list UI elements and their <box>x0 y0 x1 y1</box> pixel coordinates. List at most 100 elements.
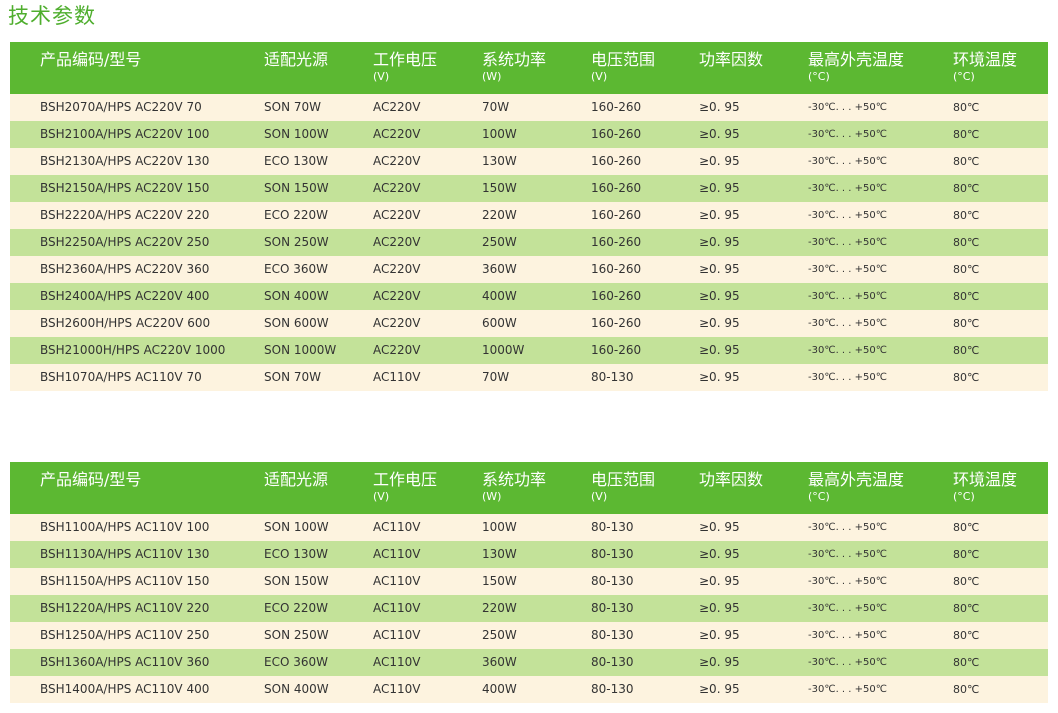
max-case-temp-cell: -30℃. . . +50℃ <box>808 237 887 248</box>
model-cell: BSH1150A/HPS AC110V 150 <box>40 574 210 588</box>
table-row: BSH1070A/HPS AC110V 70 SON 70W AC110V 70W 80… <box>10 364 1048 391</box>
column-header-unit: (W) <box>482 70 502 83</box>
light-source-cell: SON 100W <box>264 127 329 141</box>
column-header-label: 功率因数 <box>699 470 764 489</box>
power-cell: 70W <box>482 370 510 384</box>
ambient-temp-cell: 80℃ <box>953 155 980 168</box>
light-source-cell: SON 600W <box>264 316 329 330</box>
column-header-unit: (°C) <box>953 490 975 503</box>
table-row: BSH2100A/HPS AC220V 100 SON 100W AC220V 100… <box>10 121 1048 148</box>
ambient-temp-cell: 80℃ <box>953 290 980 303</box>
light-source-cell: SON 400W <box>264 682 329 696</box>
model-cell: BSH1100A/HPS AC110V 100 <box>40 520 210 534</box>
power-factor-cell: ≥0. 95 <box>699 682 740 696</box>
light-source-cell: ECO 360W <box>264 262 328 276</box>
voltage-cell: AC220V <box>373 316 421 330</box>
voltage-cell: AC220V <box>373 235 421 249</box>
voltage-range-cell: 80-130 <box>591 682 634 696</box>
column-header-max-case-temp: 最高外壳温度 (°C) <box>808 462 953 514</box>
power-factor-cell: ≥0. 95 <box>699 370 740 384</box>
power-factor-cell: ≥0. 95 <box>699 343 740 357</box>
max-case-temp-cell: -30℃. . . +50℃ <box>808 630 887 641</box>
light-source-cell: SON 100W <box>264 520 329 534</box>
column-header-model: 产品编码/型号 <box>10 462 264 514</box>
column-header-label: 工作电压 <box>373 50 438 69</box>
voltage-cell: AC110V <box>373 520 421 534</box>
voltage-range-cell: 160-260 <box>591 154 642 168</box>
voltage-range-cell: 80-130 <box>591 574 634 588</box>
column-header-voltage: 工作电压 (V) <box>373 462 482 514</box>
ambient-temp-cell: 80℃ <box>953 371 980 384</box>
table-header: 产品编码/型号 适配光源 工作电压 (V) 系统功率 (W) 电压范围 (V) 功率因数 最高外壳… <box>10 462 1048 514</box>
power-factor-cell: ≥0. 95 <box>699 154 740 168</box>
model-cell: BSH2100A/HPS AC220V 100 <box>40 127 210 141</box>
power-cell: 130W <box>482 547 517 561</box>
power-factor-cell: ≥0. 95 <box>699 127 740 141</box>
light-source-cell: SON 250W <box>264 628 329 642</box>
spec-table-ac220v: 产品编码/型号 适配光源 工作电压 (V) 系统功率 (W) 电压范围 (V) 功率因数 最高外壳… <box>10 42 1048 391</box>
column-header-unit: (V) <box>373 70 390 83</box>
ambient-temp-cell: 80℃ <box>953 656 980 669</box>
light-source-cell: SON 150W <box>264 181 329 195</box>
column-header-label: 系统功率 <box>482 470 547 489</box>
power-factor-cell: ≥0. 95 <box>699 601 740 615</box>
table-row: BSH2150A/HPS AC220V 150 SON 150W AC220V 150… <box>10 175 1048 202</box>
column-header-unit: (°C) <box>808 490 830 503</box>
column-header-voltage-range: 电压范围 (V) <box>591 462 699 514</box>
voltage-cell: AC110V <box>373 655 421 669</box>
model-cell: BSH2150A/HPS AC220V 150 <box>40 181 210 195</box>
voltage-cell: AC220V <box>373 127 421 141</box>
table-row: BSH2130A/HPS AC220V 130 ECO 130W AC220V 130… <box>10 148 1048 175</box>
max-case-temp-cell: -30℃. . . +50℃ <box>808 129 887 140</box>
table-row: BSH2400A/HPS AC220V 400 SON 400W AC220V 400… <box>10 283 1048 310</box>
spec-table-ac110v: 产品编码/型号 适配光源 工作电压 (V) 系统功率 (W) 电压范围 (V) 功率因数 最高外壳… <box>10 462 1048 703</box>
light-source-cell: ECO 220W <box>264 208 328 222</box>
column-header-unit: (°C) <box>953 70 975 83</box>
column-header-label: 适配光源 <box>264 470 329 489</box>
ambient-temp-cell: 80℃ <box>953 317 980 330</box>
column-header-label: 电压范围 <box>591 50 656 69</box>
voltage-cell: AC110V <box>373 370 421 384</box>
voltage-cell: AC220V <box>373 100 421 114</box>
power-factor-cell: ≥0. 95 <box>699 208 740 222</box>
max-case-temp-cell: -30℃. . . +50℃ <box>808 264 887 275</box>
column-header-label: 适配光源 <box>264 50 329 69</box>
column-header-label: 工作电压 <box>373 470 438 489</box>
max-case-temp-cell: -30℃. . . +50℃ <box>808 684 887 695</box>
power-cell: 220W <box>482 601 517 615</box>
power-cell: 360W <box>482 655 517 669</box>
voltage-range-cell: 160-260 <box>591 316 642 330</box>
model-cell: BSH2600H/HPS AC220V 600 <box>40 316 211 330</box>
voltage-range-cell: 160-260 <box>591 235 642 249</box>
voltage-cell: AC110V <box>373 601 421 615</box>
voltage-cell: AC220V <box>373 289 421 303</box>
column-header-power-factor: 功率因数 <box>699 42 808 94</box>
column-header-unit: (W) <box>482 490 502 503</box>
voltage-range-cell: 80-130 <box>591 601 634 615</box>
power-factor-cell: ≥0. 95 <box>699 289 740 303</box>
voltage-range-cell: 160-260 <box>591 181 642 195</box>
voltage-range-cell: 80-130 <box>591 520 634 534</box>
voltage-cell: AC110V <box>373 574 421 588</box>
voltage-range-cell: 160-260 <box>591 208 642 222</box>
column-header-label: 最高外壳温度 <box>808 50 905 69</box>
voltage-range-cell: 80-130 <box>591 655 634 669</box>
voltage-cell: AC110V <box>373 682 421 696</box>
light-source-cell: SON 70W <box>264 370 321 384</box>
max-case-temp-cell: -30℃. . . +50℃ <box>808 156 887 167</box>
max-case-temp-cell: -30℃. . . +50℃ <box>808 603 887 614</box>
max-case-temp-cell: -30℃. . . +50℃ <box>808 318 887 329</box>
ambient-temp-cell: 80℃ <box>953 602 980 615</box>
column-header-voltage: 工作电压 (V) <box>373 42 482 94</box>
voltage-range-cell: 160-260 <box>591 100 642 114</box>
column-header-max-case-temp: 最高外壳温度 (°C) <box>808 42 953 94</box>
model-cell: BSH1360A/HPS AC110V 360 <box>40 655 210 669</box>
light-source-cell: SON 70W <box>264 100 321 114</box>
light-source-cell: SON 250W <box>264 235 329 249</box>
table-row: BSH1360A/HPS AC110V 360 ECO 360W AC110V 360… <box>10 649 1048 676</box>
voltage-range-cell: 160-260 <box>591 343 642 357</box>
column-header-unit: (V) <box>591 490 608 503</box>
voltage-cell: AC220V <box>373 154 421 168</box>
voltage-cell: AC220V <box>373 262 421 276</box>
power-cell: 130W <box>482 154 517 168</box>
